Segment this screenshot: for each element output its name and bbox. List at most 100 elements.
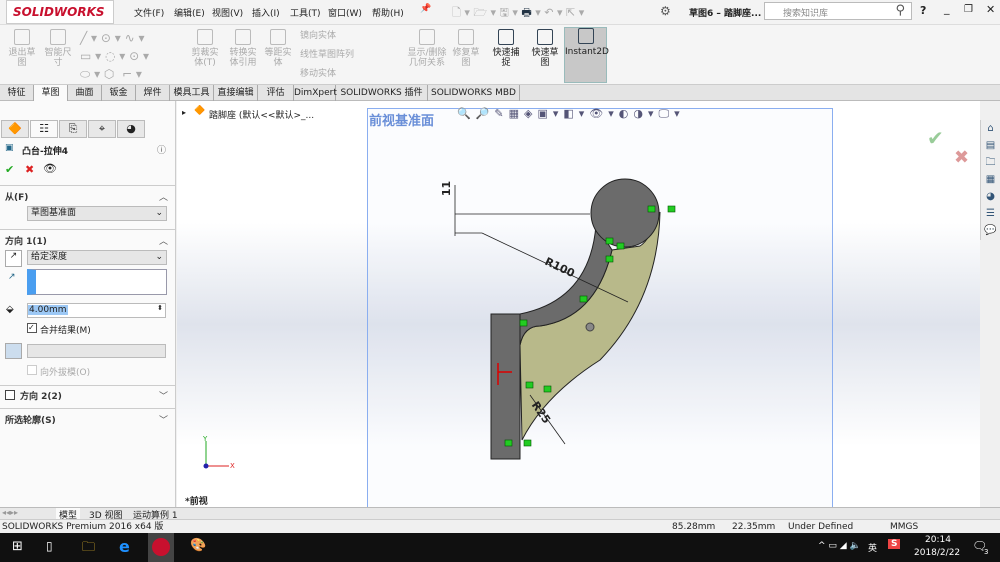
linear-pattern-button[interactable]: 线性草图阵列 <box>300 50 354 60</box>
ok-button[interactable]: ✔ <box>5 163 14 176</box>
solidworks-taskbar-icon[interactable] <box>148 533 174 562</box>
cancel-button[interactable]: ✖ <box>25 163 34 176</box>
appearances-icon[interactable]: ◕ <box>981 188 1000 205</box>
repair-sketch-button[interactable]: 修复草图 <box>452 29 480 68</box>
configuration-manager-tab[interactable]: ⎘ <box>59 120 87 138</box>
paint-icon[interactable]: 🎨 <box>190 538 206 553</box>
menu-view[interactable]: 视图(V) <box>212 6 243 19</box>
chevron-down-icon[interactable]: ﹀ <box>159 413 168 426</box>
sketch-drawing <box>454 178 676 460</box>
exit-sketch-button[interactable]: 退出草图 <box>6 29 38 68</box>
solidworks-logo[interactable]: SOLIDWORKS <box>6 0 114 24</box>
tab-surfaces[interactable]: 曲面 <box>68 85 102 101</box>
help-icon[interactable]: ? <box>920 4 926 17</box>
clock-time[interactable]: 20:14 <box>925 535 951 545</box>
draft-button[interactable] <box>5 343 22 359</box>
direction-vector-field[interactable] <box>27 269 167 295</box>
chevron-down-icon[interactable]: ﹀ <box>159 389 168 402</box>
display-manager-tab[interactable]: ◕ <box>117 120 145 138</box>
chevron-up-icon[interactable]: ︿ <box>159 234 168 247</box>
dimension-11[interactable]: 11 <box>440 181 453 196</box>
trim-entities-button[interactable]: 剪裁实体(T) <box>188 29 222 68</box>
search-icon[interactable]: ⚲ <box>895 3 905 18</box>
confirm-corner-cancel-icon[interactable]: ✖ <box>954 147 969 168</box>
tab-features[interactable]: 特征 <box>0 85 34 101</box>
quick-snaps-button[interactable]: 快速捕捉 <box>490 29 522 68</box>
move-entities-button[interactable]: 移动实体 <box>300 69 336 79</box>
restore-button[interactable]: ❐ <box>964 4 973 15</box>
sketch-state: Under Defined <box>788 522 854 532</box>
direction1-section-label: 方向 1(1) <box>5 237 47 247</box>
sogou-icon[interactable]: S <box>888 539 901 549</box>
property-manager: 🔶 ☷ ⎘ ⌖ ◕ ▣ 凸台-拉伸4 ⓘ ✔ ✖ 👁 从(F) ︿ 草图基准面 ⌄… <box>0 101 176 507</box>
tray-icons[interactable]: ^ ▭ ◢ 🔈 <box>818 541 861 551</box>
custom-properties-icon[interactable]: ☰ <box>981 205 1000 222</box>
chevron-up-icon[interactable]: ︿ <box>159 190 168 203</box>
mirror-entities-button[interactable]: 镜向实体 <box>300 31 336 41</box>
view-palette-icon[interactable]: ▦ <box>981 171 1000 188</box>
tab-sketch[interactable]: 草图 <box>34 85 68 101</box>
tab-direct-editing[interactable]: 直接编辑 <box>214 85 258 101</box>
windows-taskbar: ⊞ ▯ 🗀 e 🎨 ^ ▭ ◢ 🔈 英 S 20:14 2018/2/22 🗨 … <box>0 533 1000 562</box>
close-button[interactable]: ✕ <box>986 3 995 16</box>
title-bar: SOLIDWORKS 文件(F) 编辑(E) 视图(V) 插入(I) 工具(T)… <box>0 0 1000 25</box>
preview-eye-icon[interactable]: 👁 <box>43 162 57 175</box>
selected-contours-label: 所选轮廓(S) <box>5 416 56 426</box>
menu-file[interactable]: 文件(F) <box>134 6 164 19</box>
display-relations-button[interactable]: 显示/删除几何关系 <box>404 29 450 68</box>
design-library-icon[interactable]: ▤ <box>981 137 1000 154</box>
quick-access-icons[interactable]: 🗋 ▾ 🗁 ▾ 🖫 ▾ 🖶 ▾ ↶ ▾ ⇱ ▾ <box>452 4 584 23</box>
convert-entities-button[interactable]: 转换实体引用 <box>226 29 260 68</box>
file-explorer-icon[interactable]: 🗀 <box>981 154 1000 171</box>
menu-tools[interactable]: 工具(T) <box>290 6 321 19</box>
task-view-icon[interactable]: ▯ <box>46 539 53 553</box>
end-condition-select[interactable]: 给定深度 ⌄ <box>27 250 167 265</box>
menu-help[interactable]: 帮助(H) <box>372 6 404 19</box>
depth-input[interactable]: 4.00mm ⬍ <box>27 303 166 318</box>
home-icon[interactable]: ⌂ <box>981 120 1000 137</box>
forum-icon[interactable]: 💬 <box>981 222 1000 239</box>
menu-edit[interactable]: 编辑(E) <box>174 6 205 19</box>
sketch-tools-icons[interactable]: ╱ ▾ ⊙ ▾ ∿ ▾ ▭ ▾ ◌ ▾ ⊙ ▾ ⬭ ▾ ⬡ ⌐ ▾ <box>80 29 180 83</box>
graphics-area[interactable]: ▸ 🔶 踏脚座 (默认<<默认>_... 前视基准面 🔍🔎✎▦◈▣▾◧▾👁▾◐◑… <box>177 101 980 508</box>
confirm-corner-ok-icon[interactable]: ✔ <box>927 126 944 150</box>
smart-dimension-button[interactable]: 智能尺寸 <box>42 29 74 68</box>
draft-angle-input[interactable] <box>27 344 166 358</box>
from-select[interactable]: 草图基准面 ⌄ <box>27 206 167 221</box>
menu-window[interactable]: 窗口(W) <box>328 6 362 19</box>
input-language[interactable]: 英 <box>868 541 877 554</box>
rapid-sketch-button[interactable]: 快速草图 <box>528 29 562 68</box>
feature-manager-tab[interactable]: 🔶 <box>1 120 29 138</box>
direction2-checkbox[interactable] <box>5 390 15 400</box>
tab-dimxpert[interactable]: DimXpert <box>294 85 337 101</box>
tab-mbd[interactable]: SOLIDWORKS MBD <box>428 85 520 101</box>
tab-addins[interactable]: SOLIDWORKS 插件 <box>336 85 428 101</box>
pin-icon[interactable]: 📌 <box>420 4 431 14</box>
menu-insert[interactable]: 插入(I) <box>252 6 280 19</box>
gear-icon[interactable]: ⚙ <box>660 4 671 18</box>
start-icon[interactable]: ⊞ <box>12 539 23 554</box>
search-input[interactable]: 搜索知识库 ⚲ <box>764 2 912 20</box>
tab-evaluate[interactable]: 评估 <box>258 85 294 101</box>
tab-sheet-metal[interactable]: 钣金 <box>102 85 136 101</box>
offset-entities-button[interactable]: 等距实体 <box>262 29 294 68</box>
minimize-button[interactable]: _ <box>944 2 950 15</box>
dimxpert-manager-tab[interactable]: ⌖ <box>88 120 116 138</box>
property-manager-tab[interactable]: ☷ <box>30 120 58 138</box>
feature-title: 凸台-拉伸4 <box>22 147 68 157</box>
draft-outward-checkbox[interactable] <box>27 365 37 375</box>
instant2d-button[interactable]: Instant2D <box>564 27 609 83</box>
tab-weldments[interactable]: 焊件 <box>136 85 170 101</box>
unit-system[interactable]: MMGS <box>890 520 918 534</box>
tab-scroll-arrows[interactable]: ◂◂▸▸ <box>2 508 18 517</box>
svg-text:X: X <box>230 462 235 470</box>
depth-icon: ⬙ <box>6 304 14 315</box>
merge-result-checkbox[interactable]: ✓ <box>27 323 37 333</box>
tab-mold-tools[interactable]: 模具工具 <box>170 85 214 101</box>
file-explorer-taskbar-icon[interactable]: 🗀 <box>82 538 95 560</box>
help-icon[interactable]: ⓘ <box>157 143 166 156</box>
edge-icon[interactable]: e <box>119 537 130 556</box>
reverse-direction-button[interactable]: ↗ <box>5 250 22 267</box>
command-manager: 退出草图 智能尺寸 ╱ ▾ ⊙ ▾ ∿ ▾ ▭ ▾ ◌ ▾ ⊙ ▾ ⬭ ▾ ⬡ ⌐ … <box>0 25 1000 85</box>
clock-date[interactable]: 2018/2/22 <box>914 548 960 558</box>
